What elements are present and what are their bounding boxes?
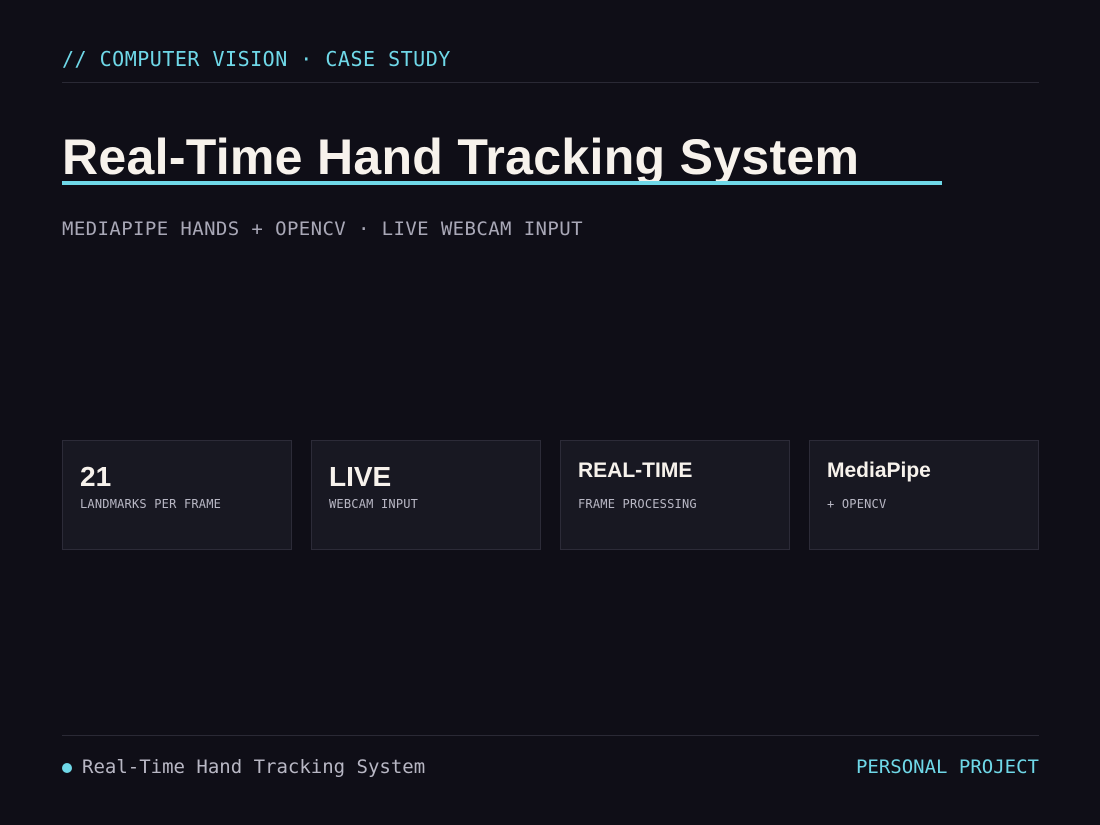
stat-value: LIVE [329, 461, 392, 492]
stat-label: + OPENCV [827, 497, 887, 511]
footer-title: Real-Time Hand Tracking System [82, 756, 426, 778]
title-underline [62, 181, 942, 185]
project-type-label: PERSONAL PROJECT [855, 756, 1039, 778]
stat-value: 21 [80, 461, 112, 492]
stat-card-mediapipe: MediaPipe + OPENCV [809, 440, 1039, 550]
stat-value: REAL-TIME [578, 459, 693, 482]
stat-label: WEBCAM INPUT [329, 497, 419, 511]
page-subtitle: MEDIAPIPE HANDS + OPENCV · LIVE WEBCAM I… [62, 218, 583, 240]
stat-card-landmarks: 21 LANDMARKS PER FRAME [62, 440, 292, 550]
stats-cards: 21 LANDMARKS PER FRAME LIVE WEBCAM INPUT… [62, 440, 1039, 550]
stat-card-live: LIVE WEBCAM INPUT [311, 440, 541, 550]
section-kicker: // COMPUTER VISION · CASE STUDY [62, 47, 451, 71]
stat-value: MediaPipe [827, 459, 931, 482]
stat-card-realtime: REAL-TIME FRAME PROCESSING [560, 440, 790, 550]
stat-label: FRAME PROCESSING [578, 497, 697, 511]
page-title: Real-Time Hand Tracking System [62, 129, 860, 185]
footer-divider [62, 735, 1039, 736]
stat-label: LANDMARKS PER FRAME [80, 497, 222, 511]
bullet-dot-icon [62, 763, 72, 773]
header-divider [62, 82, 1039, 83]
